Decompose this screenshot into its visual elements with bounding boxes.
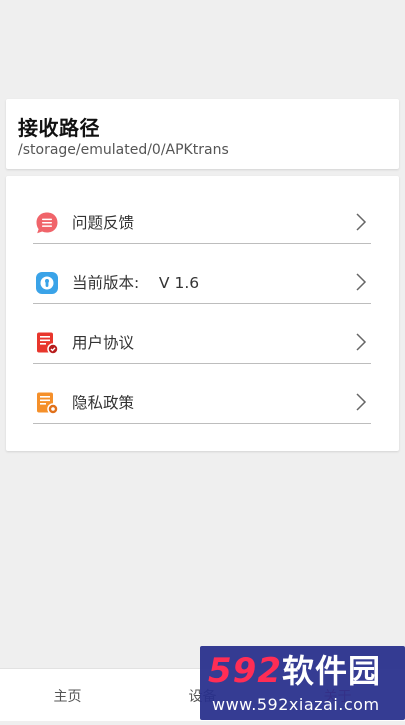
- watermark-number: 592: [208, 651, 282, 691]
- chevron-right-icon: [355, 332, 367, 352]
- about-menu-card: 问题反馈 当前版本: V 1.6 用户协议 隐私政策: [6, 176, 399, 451]
- watermark-url: www.592xiazai.com: [212, 695, 380, 714]
- privacy-policy-icon: [35, 391, 59, 415]
- user-agreement-icon: [35, 331, 59, 355]
- receive-path-card: 接收路径 /storage/emulated/0/APKtrans: [6, 99, 399, 169]
- menu-item-feedback[interactable]: 问题反馈: [33, 183, 371, 244]
- chevron-right-icon: [355, 272, 367, 292]
- feedback-icon: [35, 211, 59, 235]
- menu-item-version[interactable]: 当前版本: V 1.6: [33, 243, 371, 304]
- watermark-name: 软件园: [281, 652, 381, 690]
- menu-item-privacy-policy-label: 隐私政策: [72, 394, 135, 412]
- receive-path-title: 接收路径: [18, 116, 100, 140]
- menu-item-user-agreement-label: 用户协议: [72, 334, 135, 352]
- tab-home[interactable]: 主页: [0, 669, 135, 721]
- menu-item-privacy-policy[interactable]: 隐私政策: [33, 363, 371, 424]
- menu-item-user-agreement[interactable]: 用户协议: [33, 303, 371, 364]
- chevron-right-icon: [355, 392, 367, 412]
- current-version-label: 当前版本: V 1.6: [72, 274, 200, 292]
- watermark-logo: 592软件园: [208, 650, 381, 692]
- menu-item-feedback-label: 问题反馈: [72, 214, 135, 232]
- site-watermark: 592软件园 www.592xiazai.com: [200, 646, 405, 720]
- receive-path-value: /storage/emulated/0/APKtrans: [18, 142, 229, 158]
- chevron-right-icon: [355, 212, 367, 232]
- version-icon: [35, 271, 59, 295]
